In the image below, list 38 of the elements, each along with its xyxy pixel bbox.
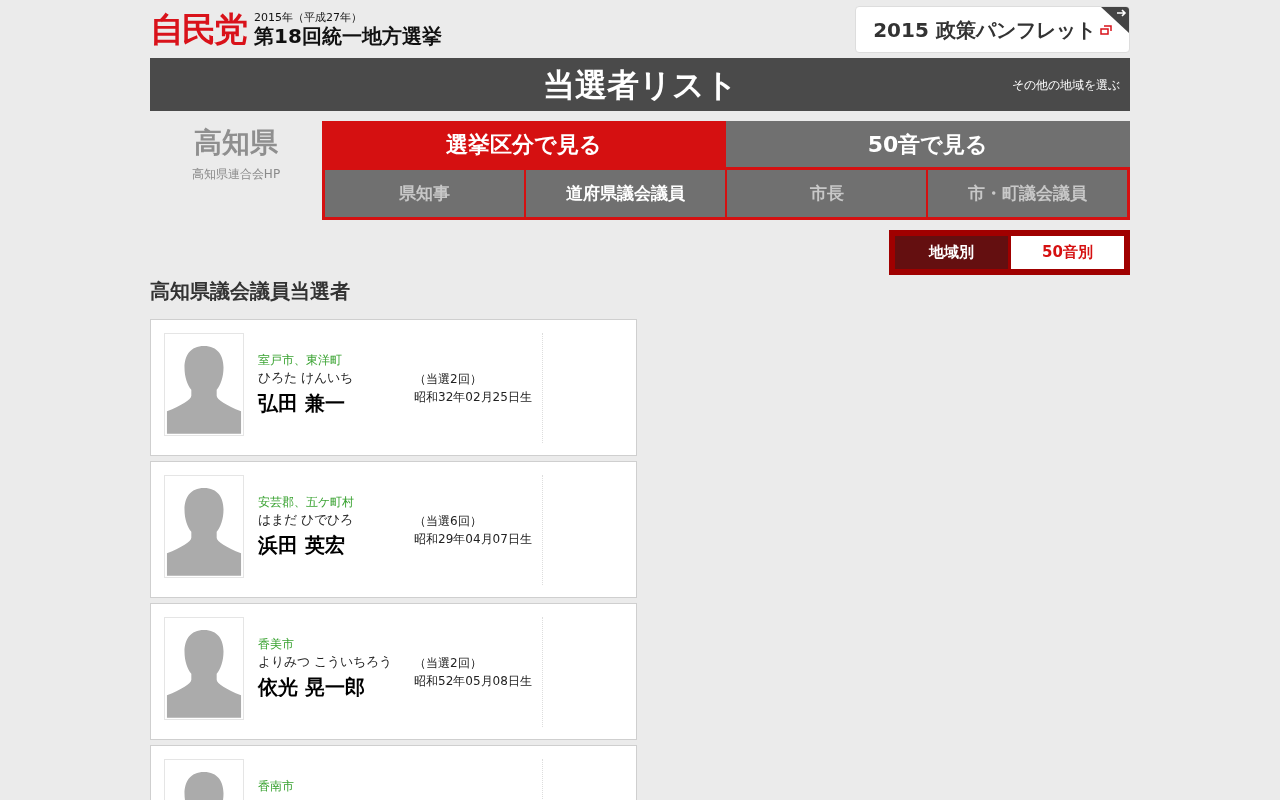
- section-heading: 高知県議会議員当選者: [150, 278, 351, 305]
- name-reading: ひろた けんいち: [258, 369, 355, 387]
- corner-arrow-icon: [1101, 7, 1129, 33]
- party-logo[interactable]: 自民党: [150, 10, 246, 48]
- birth-date: 昭和29年04月07日生: [414, 531, 533, 548]
- prefecture-name: 高知県: [194, 125, 278, 161]
- terms-text: （当選2回）: [414, 371, 483, 388]
- district-text: 香南市: [258, 778, 295, 795]
- pamphlet-link[interactable]: 2015 政策パンフレット: [855, 6, 1130, 53]
- election-year: 2015年（平成27年）: [254, 11, 363, 24]
- avatar-placeholder-icon: [164, 617, 244, 720]
- category-tab[interactable]: 道府県議会議員: [526, 170, 725, 217]
- birth-date: 昭和32年02月25日生: [414, 389, 533, 406]
- name-reading: よりみつ こういちろう: [258, 653, 394, 671]
- view-tab[interactable]: 選挙区分で見る: [322, 121, 726, 167]
- view-tab[interactable]: 50音で見る: [726, 121, 1130, 167]
- category-tab[interactable]: 県知事: [325, 170, 524, 217]
- prefecture-link[interactable]: 高知県連合会HP: [191, 165, 281, 183]
- district-text: 香美市: [258, 636, 295, 653]
- name-reading: はまだ ひでひろ: [258, 511, 355, 529]
- birth-date: 昭和52年05月08日生: [414, 673, 533, 690]
- candidate-name: 依光 晃一郎: [258, 674, 366, 701]
- terms-text: （当選6回）: [414, 513, 483, 530]
- election-title: 第18回統一地方選挙: [254, 24, 442, 48]
- avatar-placeholder-icon: [164, 333, 244, 436]
- external-link-icon: [1099, 24, 1112, 35]
- region-select-link[interactable]: その他の地域を選ぶ: [1012, 75, 1120, 94]
- banner-title: 当選者リスト: [542, 64, 738, 106]
- avatar-placeholder-icon: [164, 475, 244, 578]
- sort-option[interactable]: 地域別: [895, 236, 1008, 269]
- candidate-name: 弘田 兼一: [258, 390, 346, 417]
- terms-text: （当選2回）: [414, 655, 483, 672]
- candidate-name: 浜田 英宏: [258, 532, 346, 559]
- sort-option[interactable]: 50音別: [1011, 236, 1124, 269]
- district-text: 安芸郡、五ケ町村: [258, 494, 355, 511]
- district-text: 室戸市、東洋町: [258, 352, 343, 369]
- category-tab[interactable]: 市長: [727, 170, 926, 217]
- category-tab[interactable]: 市・町議会議員: [928, 170, 1127, 217]
